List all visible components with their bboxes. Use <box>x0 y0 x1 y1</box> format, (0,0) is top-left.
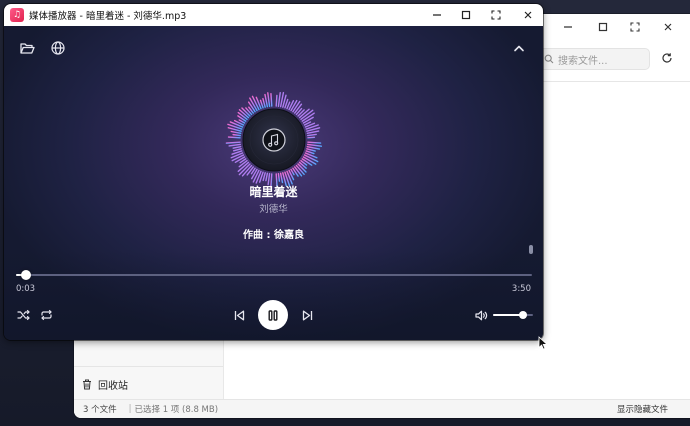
play-pause-button[interactable] <box>258 300 288 330</box>
volume-slider[interactable] <box>493 311 533 319</box>
fullscreen-button[interactable] <box>486 6 506 24</box>
maximize-icon <box>461 10 471 20</box>
spectrum-bar <box>307 143 323 147</box>
spectrum-bar <box>306 145 321 150</box>
collapse-button[interactable] <box>511 40 527 56</box>
status-bar: 3 个文件 | 已选择 1 项 (8.8 MB) 显示隐藏文件 <box>74 399 690 418</box>
open-folder-button[interactable] <box>18 40 36 56</box>
maximize-button[interactable] <box>456 6 476 24</box>
selection-info: 已选择 1 项 (8.8 MB) <box>134 405 219 415</box>
spectrum-bar <box>262 97 266 108</box>
progress-slider[interactable] <box>16 270 532 280</box>
spectrum-bar <box>262 172 266 182</box>
current-time: 0:03 <box>16 284 36 294</box>
spectrum-bar <box>306 148 316 152</box>
spectrum-bar <box>307 141 322 144</box>
close-icon <box>524 11 532 19</box>
spectrum-bar <box>279 172 284 184</box>
next-button[interactable] <box>300 308 314 322</box>
song-artist: 刘德华 <box>259 204 288 215</box>
pause-icon <box>268 309 278 321</box>
total-time: 3:50 <box>511 284 531 294</box>
spectrum-bar <box>277 91 281 107</box>
show-hidden-files-toggle[interactable]: 显示隐藏文件 <box>617 403 668 415</box>
spectrum-bar <box>227 136 241 139</box>
volume-button[interactable] <box>474 308 488 322</box>
status-separator: | <box>128 404 132 414</box>
song-composer: 作曲 : 徐嘉良 <box>243 230 304 241</box>
repeat-icon <box>40 309 52 321</box>
skip-previous-icon <box>234 310 244 320</box>
progress-track <box>16 274 532 276</box>
spectrum-bar <box>275 94 278 107</box>
sidebar-item-label: 回收站 <box>98 380 128 392</box>
spectrum-bar <box>264 93 269 108</box>
window-title: 媒体播放器 - 暗里着迷 - 刘德华.mp3 <box>29 11 187 22</box>
media-player-window: ♫ 媒体播放器 - 暗里着迷 - 刘德华.mp3 暗里着迷 刘德华 作曲: 徐… <box>4 4 543 340</box>
volume-icon <box>474 310 487 320</box>
fullscreen-icon <box>491 10 501 20</box>
lyrics-scroll-handle[interactable] <box>529 245 533 254</box>
minimize-icon <box>433 14 441 16</box>
file-count: 3 个文件 <box>83 405 117 415</box>
progress-handle[interactable] <box>21 270 32 280</box>
disc-center <box>262 128 286 152</box>
globe-icon <box>51 41 65 55</box>
network-button[interactable] <box>49 39 67 57</box>
sidebar-item-trash[interactable]: 回收站 <box>82 375 128 393</box>
spectrum-bar <box>232 145 242 149</box>
spectrum-bar <box>232 148 242 152</box>
spectrum-bar <box>238 159 248 168</box>
song-title: 暗里着迷 <box>249 185 298 199</box>
search-icon <box>544 54 554 64</box>
minimize-button[interactable] <box>427 6 447 24</box>
spectrum-bar <box>225 141 241 144</box>
repeat-button[interactable] <box>38 308 54 322</box>
refresh-button[interactable] <box>659 50 675 66</box>
fm-close-button[interactable] <box>658 18 678 36</box>
trash-icon <box>83 379 91 389</box>
spectrum-bar <box>232 133 241 137</box>
fm-fullscreen-button[interactable] <box>625 18 645 36</box>
spectrum-bar <box>306 130 320 135</box>
spectrum-bar <box>265 172 269 182</box>
previous-button[interactable] <box>232 308 246 322</box>
refresh-icon <box>662 53 672 63</box>
player-titlebar: ♫ 媒体播放器 - 暗里着迷 - 刘德华.mp3 <box>4 4 543 26</box>
chevron-up-icon <box>514 45 524 52</box>
skip-next-icon <box>302 310 312 320</box>
spectrum-bar <box>228 143 241 147</box>
music-note-icon: ♫ <box>10 8 24 22</box>
spectrum-bar <box>307 133 317 137</box>
search-placeholder: 搜索文件... <box>558 55 608 67</box>
volume-handle[interactable] <box>519 311 527 319</box>
spectrum-bar <box>267 92 271 107</box>
shuffle-icon <box>17 309 30 321</box>
spectrum-bar <box>270 92 273 107</box>
spectrum-bar <box>277 173 281 182</box>
spectrum-bar <box>302 116 314 124</box>
sidebar-divider <box>74 366 223 367</box>
fm-maximize-button[interactable] <box>593 18 613 36</box>
close-button[interactable] <box>518 6 538 24</box>
fm-minimize-button[interactable] <box>558 18 578 36</box>
folder-open-icon <box>19 42 35 54</box>
shuffle-button[interactable] <box>16 308 32 322</box>
spectrum-bar <box>230 130 242 135</box>
disc-visualizer <box>225 91 323 189</box>
mouse-cursor <box>538 336 548 350</box>
search-input[interactable]: 搜索文件... <box>539 48 650 70</box>
player-body: 暗里着迷 刘德华 作曲 : 徐嘉良 0:03 3:50 <box>4 26 543 340</box>
spectrum-bar <box>246 166 254 176</box>
